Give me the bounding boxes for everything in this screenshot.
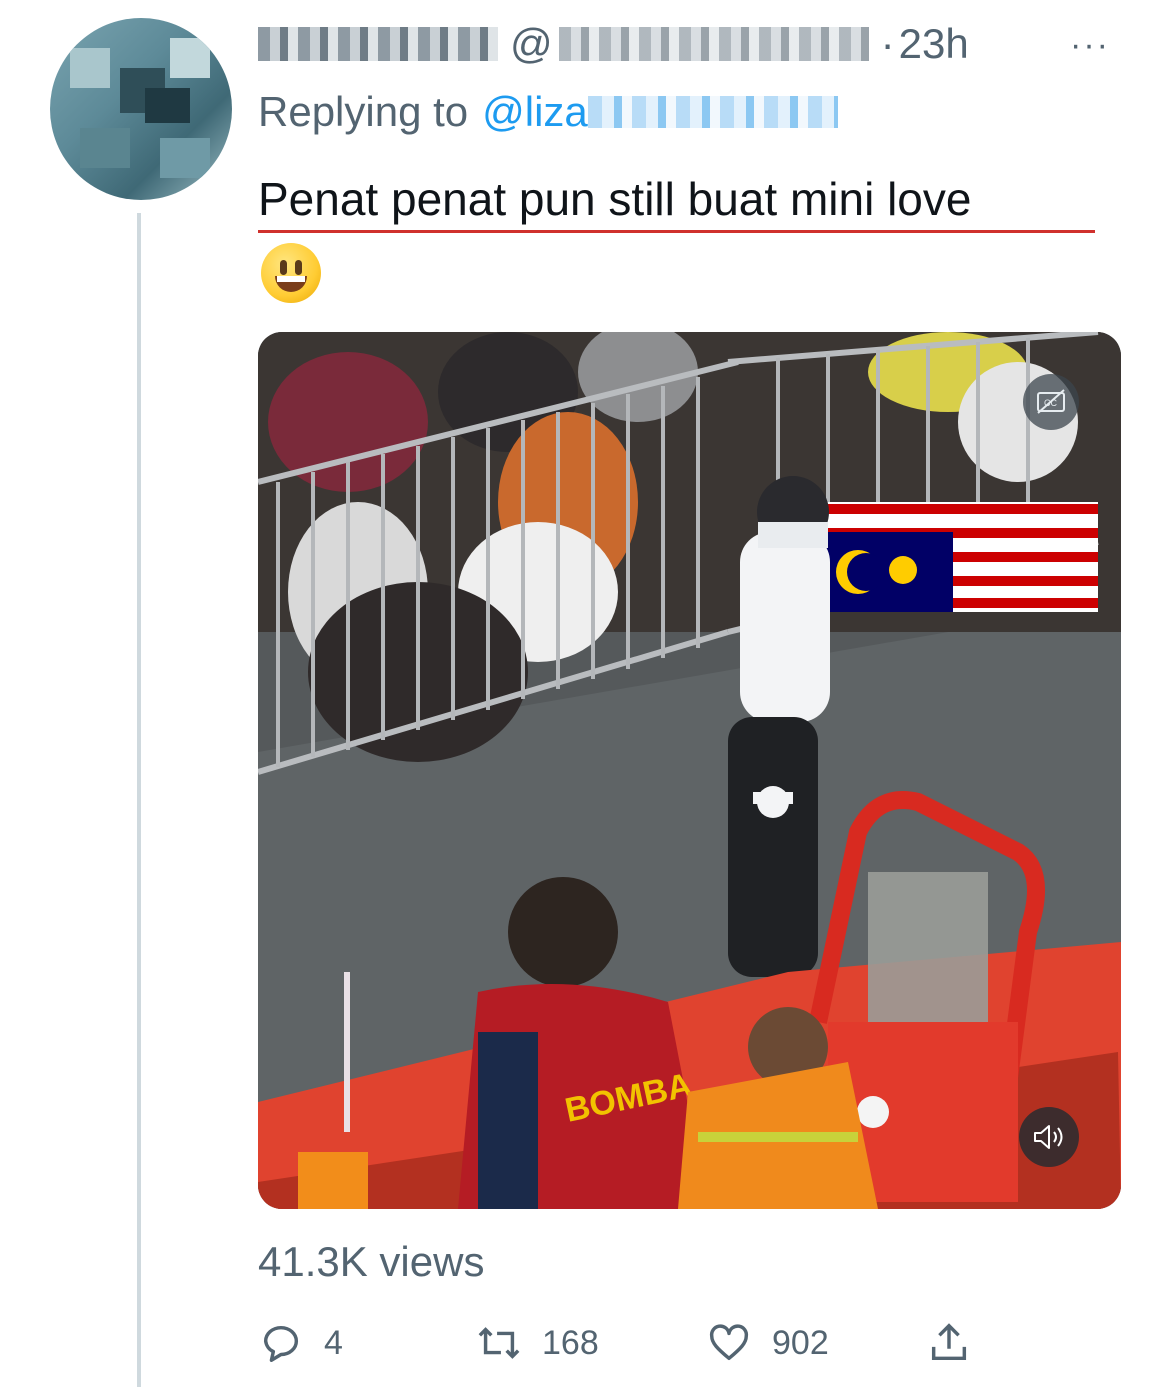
more-options-icon[interactable]: ···	[1070, 26, 1110, 65]
user-avatar[interactable]	[50, 18, 232, 200]
reply-button[interactable]: 4	[258, 1320, 343, 1366]
spellcheck-underline	[258, 230, 1095, 233]
view-count: 41.3K views	[258, 1238, 485, 1285]
retweet-icon	[478, 1327, 520, 1359]
handle-at: @	[510, 20, 553, 67]
captions-off-icon[interactable]: CC	[1023, 374, 1079, 430]
replying-label: Replying to	[258, 88, 469, 135]
heart-icon	[709, 1324, 749, 1361]
tweet-actions: 4 168 902	[258, 1320, 1018, 1380]
mention-redacted	[587, 96, 838, 128]
tweet-timestamp[interactable]: 23h	[899, 20, 969, 68]
video-frame: BOMBA	[258, 332, 1121, 1209]
reply-count: 4	[324, 1323, 343, 1362]
tweet-header: @ · 23h	[258, 14, 969, 74]
thread-line	[137, 213, 141, 1387]
reply-icon	[263, 1325, 299, 1362]
replying-to: Replying to @liza	[258, 88, 838, 136]
retweet-button[interactable]: 168	[476, 1320, 599, 1366]
grinning-face-emoji	[261, 243, 321, 303]
like-button[interactable]: 902	[706, 1320, 829, 1366]
reply-mention[interactable]: @liza	[482, 88, 588, 136]
display-name-redacted[interactable]	[258, 27, 498, 61]
separator-dot: ·	[880, 20, 895, 67]
tweet-video[interactable]: BOMBA CC	[258, 332, 1121, 1209]
like-count: 902	[772, 1323, 829, 1362]
retweet-count: 168	[542, 1323, 599, 1362]
tweet-text: Penat penat pun still buat mini love	[258, 173, 972, 225]
share-icon	[931, 1323, 967, 1361]
handle-redacted[interactable]	[558, 27, 869, 61]
volume-icon[interactable]	[1019, 1107, 1079, 1167]
share-button[interactable]	[926, 1320, 972, 1366]
